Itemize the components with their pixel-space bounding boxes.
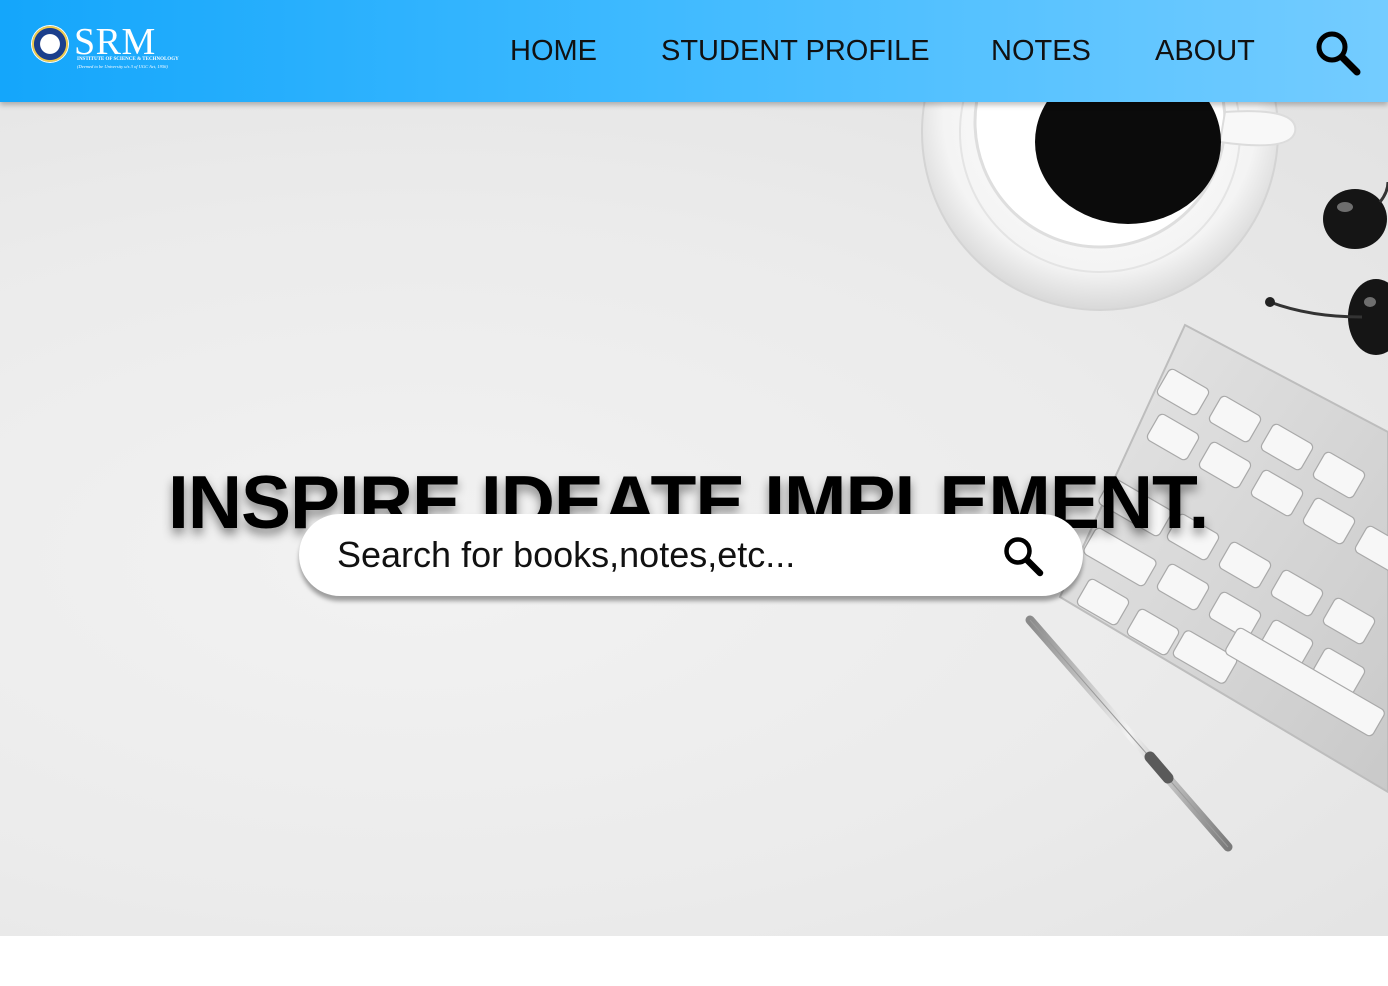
nav-home-link[interactable]: HOME <box>510 33 597 69</box>
hero-section: INSPIRE.IDEATE.IMPLEMENT. <box>0 102 1388 936</box>
keyboard-image <box>1058 323 1388 794</box>
logo-subtitle: INSTITUTE OF SCIENCE & TECHNOLOGY <box>77 57 179 62</box>
srm-seal-icon <box>32 26 68 62</box>
hero-search-input[interactable] <box>337 532 977 578</box>
logo-tagline: (Deemed to be University u/s 3 of UGC Ac… <box>77 64 168 69</box>
nav-search-button[interactable] <box>1312 27 1362 77</box>
cherries-image <box>1265 181 1388 355</box>
coffee-cup-image <box>921 102 1297 311</box>
nav-about-link[interactable]: ABOUT <box>1155 33 1255 69</box>
nav-student-profile-link[interactable]: STUDENT PROFILE <box>661 33 930 69</box>
nav-notes-link[interactable]: NOTES <box>991 33 1091 69</box>
srm-logo[interactable]: SRM INSTITUTE OF SCIENCE & TECHNOLOGY (D… <box>32 21 179 72</box>
page: SRM INSTITUTE OF SCIENCE & TECHNOLOGY (D… <box>0 0 1388 986</box>
hero-search-button[interactable] <box>1001 534 1045 578</box>
top-navbar: SRM INSTITUTE OF SCIENCE & TECHNOLOGY (D… <box>0 0 1388 102</box>
search-icon <box>1004 537 1044 577</box>
search-icon <box>1316 31 1361 76</box>
hero-search-bar <box>299 514 1083 596</box>
